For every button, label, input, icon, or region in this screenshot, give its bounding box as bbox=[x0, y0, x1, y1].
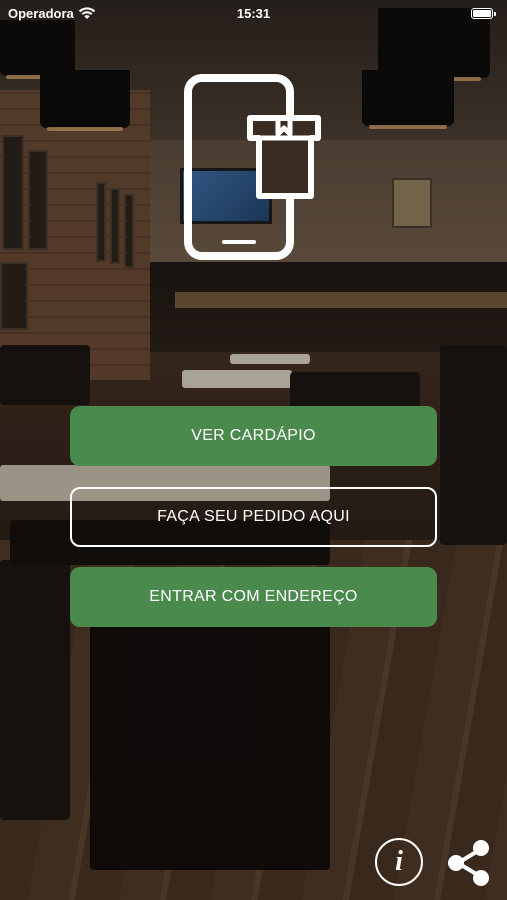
place-order-button[interactable]: FAÇA SEU PEDIDO AQUI bbox=[70, 487, 437, 547]
info-icon-glyph: i bbox=[395, 846, 403, 877]
view-menu-button-label: VER CARDÁPIO bbox=[191, 427, 316, 444]
phone-with-takeout-bag-icon bbox=[184, 74, 321, 260]
status-bar: Operadora 15:31 bbox=[0, 0, 507, 28]
enter-address-button[interactable]: ENTRAR COM ENDEREÇO bbox=[70, 567, 437, 627]
view-menu-button[interactable]: VER CARDÁPIO bbox=[70, 406, 437, 466]
share-icon[interactable] bbox=[446, 838, 492, 888]
enter-address-button-label: ENTRAR COM ENDEREÇO bbox=[149, 588, 358, 605]
place-order-button-label: FAÇA SEU PEDIDO AQUI bbox=[157, 508, 350, 525]
info-icon[interactable]: i bbox=[375, 838, 423, 886]
status-time: 15:31 bbox=[236, 6, 271, 21]
battery-icon bbox=[471, 8, 496, 19]
